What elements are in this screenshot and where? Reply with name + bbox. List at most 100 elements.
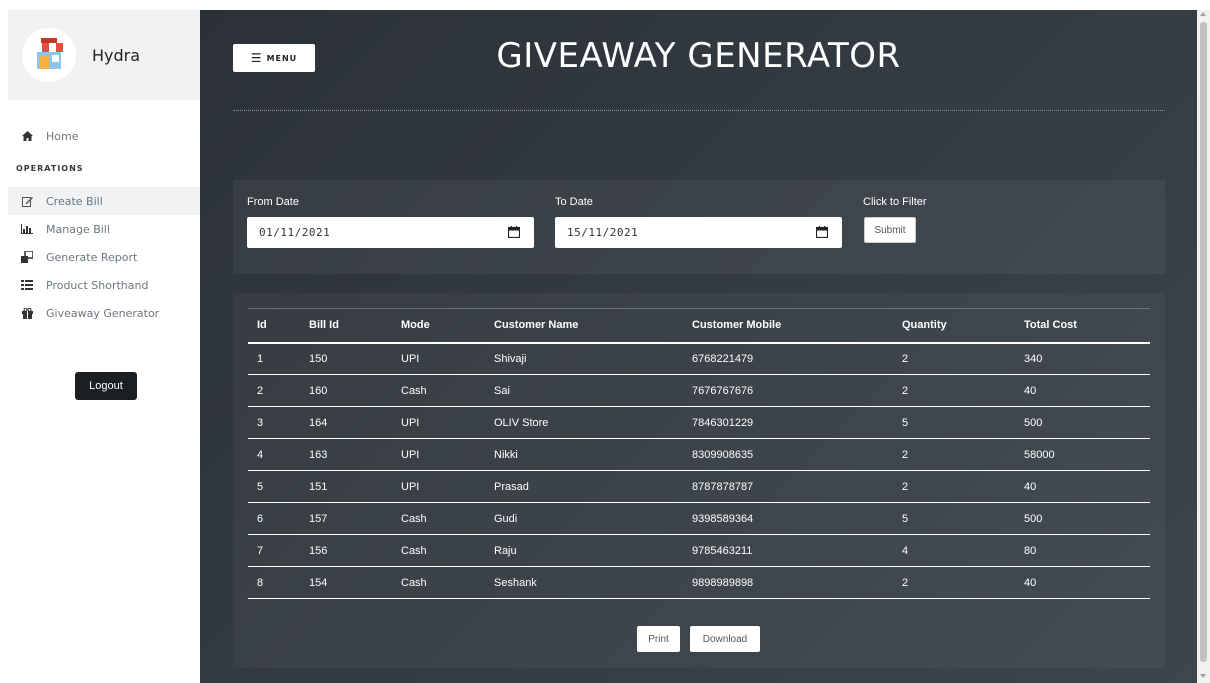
table-cell: 7846301229 [683, 406, 893, 439]
table-cell: 2 [248, 374, 300, 407]
table-cell: 2 [893, 470, 1015, 503]
table-cell: 2 [893, 566, 1015, 599]
table-cell: 500 [1015, 406, 1150, 439]
table-cell: Cash [392, 502, 485, 535]
table-cell: 9398589364 [683, 502, 893, 535]
sidebar-item-create-bill[interactable]: Create Bill [8, 187, 200, 215]
page-title: GIVEAWAY GENERATOR [496, 36, 901, 76]
table-row: 2 160 Cash Sai 7676767676 2 40 [248, 374, 1150, 407]
table-cell: UPI [392, 342, 485, 375]
from-date-input[interactable]: 01/11/2021 [247, 217, 534, 248]
column-header: Customer Name [485, 308, 683, 344]
main-content: ☰ MENU GIVEAWAY GENERATOR From Date 01/1… [200, 10, 1197, 683]
table-row: 3 164 UPI OLIV Store 7846301229 5 500 [248, 406, 1150, 439]
sidebar-item-label: Generate Report [46, 250, 138, 264]
table-cell: 9785463211 [683, 534, 893, 567]
table-cell: 156 [300, 534, 392, 567]
sidebar-item-home[interactable]: Home [8, 122, 200, 150]
scroll-up-icon[interactable] [1200, 12, 1206, 16]
table-cell: 5 [248, 470, 300, 503]
sidebar-item-product-shorthand[interactable]: Product Shorthand [8, 271, 200, 299]
table-cell: 1 [248, 342, 300, 375]
page-scrollbar[interactable] [1197, 10, 1210, 683]
table-cell: Nikki [485, 438, 683, 471]
table-row: 5 151 UPI Prasad 8787878787 2 40 [248, 470, 1150, 503]
home-icon [20, 129, 34, 143]
bar-chart-icon [20, 222, 34, 236]
filter-label: Click to Filter [863, 196, 927, 208]
table-cell: 160 [300, 374, 392, 407]
submit-button[interactable]: Submit [864, 217, 916, 243]
table-cell: Seshank [485, 566, 683, 599]
title-divider [233, 110, 1165, 111]
table-cell: 4 [248, 438, 300, 471]
store-logo-icon [22, 28, 76, 82]
table-row: 8 154 Cash Seshank 9898989898 2 40 [248, 566, 1150, 599]
table-cell: 58000 [1015, 438, 1150, 471]
table-cell: 5 [893, 502, 1015, 535]
table-cell: 5 [893, 406, 1015, 439]
table-header-row: Id Bill Id Mode Customer Name Customer M… [248, 308, 1150, 344]
table-cell: 4 [893, 534, 1015, 567]
to-date-input[interactable]: 15/11/2021 [555, 217, 842, 248]
to-date-value: 15/11/2021 [567, 226, 639, 239]
table-cell: 7676767676 [683, 374, 893, 407]
table-cell: UPI [392, 438, 485, 471]
sidebar-item-manage-bill[interactable]: Manage Bill [8, 215, 200, 243]
giveaway-table: Id Bill Id Mode Customer Name Customer M… [248, 308, 1150, 599]
sidebar-item-giveaway-generator[interactable]: Giveaway Generator [8, 299, 200, 327]
table-cell: 7 [248, 534, 300, 567]
table-cell: 164 [300, 406, 392, 439]
table-cell: 8787878787 [683, 470, 893, 503]
calendar-icon[interactable] [507, 226, 521, 239]
sidebar-item-label: Home [46, 129, 79, 143]
table-cell: Cash [392, 566, 485, 599]
table-cell: OLIV Store [485, 406, 683, 439]
table-cell: 6 [248, 502, 300, 535]
table-cell: 40 [1015, 374, 1150, 407]
scroll-down-icon[interactable] [1200, 674, 1206, 678]
table-cell: Shivaji [485, 342, 683, 375]
print-button[interactable]: Print [637, 626, 680, 652]
table-cell: 157 [300, 502, 392, 535]
table-cell: 40 [1015, 566, 1150, 599]
table-row: 1 150 UPI Shivaji 6768221479 2 340 [248, 342, 1150, 375]
table-cell: 340 [1015, 342, 1150, 375]
table-cell: 2 [893, 374, 1015, 407]
sidebar: Hydra Home OPERATIONS Create Bill Manage… [8, 10, 200, 683]
table-cell: 8309908635 [683, 438, 893, 471]
sidebar-item-label: Giveaway Generator [46, 306, 160, 320]
app-frame: Hydra Home OPERATIONS Create Bill Manage… [0, 0, 1210, 683]
table-cell: 6768221479 [683, 342, 893, 375]
to-date-label: To Date [555, 196, 593, 208]
table-cell: UPI [392, 470, 485, 503]
table-cell: 154 [300, 566, 392, 599]
table-cell: 151 [300, 470, 392, 503]
table-row: 7 156 Cash Raju 9785463211 4 80 [248, 534, 1150, 567]
table-row: 6 157 Cash Gudi 9398589364 5 500 [248, 502, 1150, 535]
sidebar-item-generate-report[interactable]: Generate Report [8, 243, 200, 271]
from-date-label: From Date [247, 196, 299, 208]
sidebar-item-label: Product Shorthand [46, 278, 149, 292]
table-cell: Prasad [485, 470, 683, 503]
column-header: Quantity [893, 308, 1015, 344]
column-header: Bill Id [300, 308, 392, 344]
column-header: Total Cost [1015, 308, 1150, 344]
table-cell: 3 [248, 406, 300, 439]
edit-icon [20, 194, 34, 208]
calendar-icon[interactable] [815, 226, 829, 239]
sidebar-nav: Home OPERATIONS Create Bill Manage Bill [8, 122, 200, 327]
table-cell: Sai [485, 374, 683, 407]
filter-panel: From Date 01/11/2021 To Date 15/11/2021 … [233, 180, 1165, 274]
brand[interactable]: Hydra [8, 10, 200, 100]
copy-icon [20, 250, 34, 264]
table-row: 4 163 UPI Nikki 8309908635 2 58000 [248, 438, 1150, 471]
section-heading-operations: OPERATIONS [16, 164, 84, 173]
table-cell: 9898989898 [683, 566, 893, 599]
table-cell: 2 [893, 438, 1015, 471]
table-cell: UPI [392, 406, 485, 439]
gift-icon [20, 306, 34, 320]
logout-button[interactable]: Logout [75, 372, 137, 400]
scrollbar-thumb[interactable] [1200, 22, 1207, 662]
download-button[interactable]: Download [690, 626, 760, 652]
